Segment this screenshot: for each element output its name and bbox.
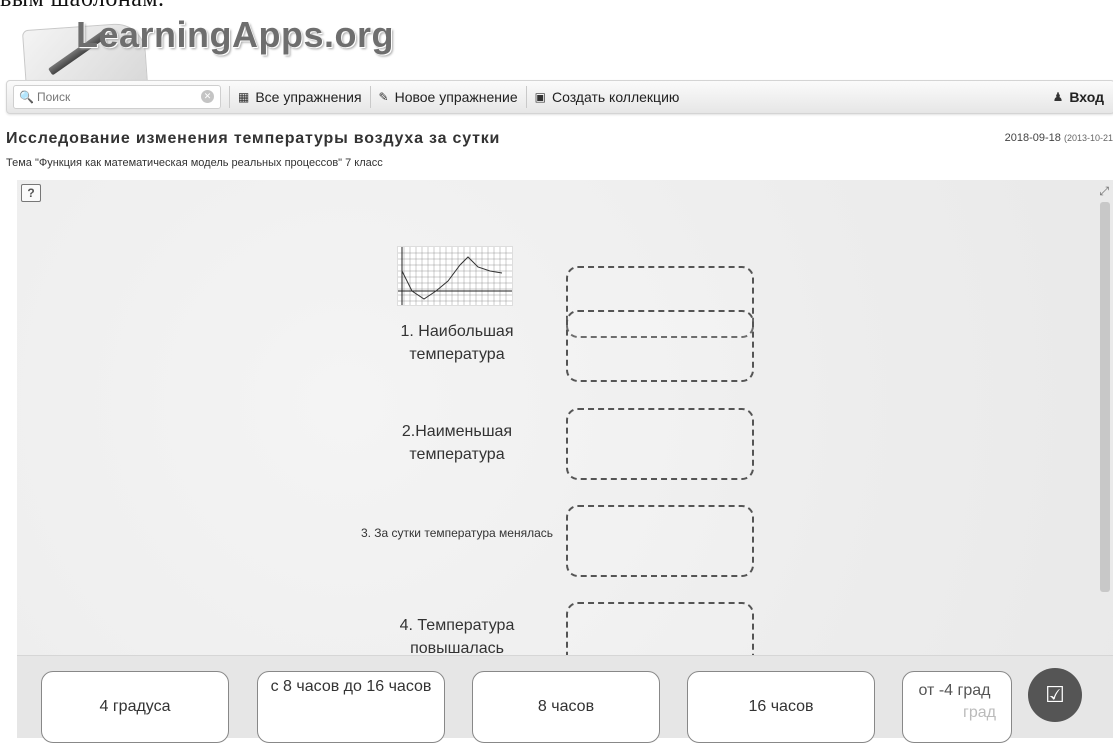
search-icon: 🔍	[19, 90, 34, 104]
search-box: 🔍 ✕	[13, 85, 221, 109]
nav-all-exercises[interactable]: ▦ Все упражнения	[238, 89, 362, 105]
nav-divider	[525, 86, 527, 108]
answer-card-text: с 8 часов до 16 часов	[270, 678, 432, 695]
answer-tray: 4 градуса с 8 часов до 16 часов 8 часов …	[17, 655, 1113, 743]
temperature-graph-thumbnail[interactable]	[397, 246, 513, 306]
search-input[interactable]	[35, 89, 189, 105]
drop-zone-2[interactable]	[566, 408, 754, 480]
answer-card-text: 16 часов	[748, 698, 814, 715]
collection-icon: ▣	[534, 90, 546, 104]
nav-login-label: Вход	[1069, 89, 1104, 105]
nav-all-exercises-label: Все упражнения	[255, 89, 362, 105]
help-icon[interactable]: ?	[21, 184, 41, 202]
answer-card-text: от -4 град град	[918, 682, 996, 721]
answer-card-partial[interactable]: от -4 град град	[902, 671, 1012, 743]
answer-card-text: 4 градуса	[99, 698, 171, 715]
answer-card[interactable]: с 8 часов до 16 часов	[257, 671, 445, 743]
pencil-icon: ✎	[378, 90, 389, 104]
nav-create-collection[interactable]: ▣ Создать коллекцию	[535, 89, 680, 105]
page-subtitle: Тема "Функция как математическая модель …	[6, 157, 383, 169]
page-date: 2018-09-18 (2013-10-21	[1005, 132, 1113, 144]
answer-card[interactable]: 16 часов	[687, 671, 875, 743]
nav-divider	[369, 86, 371, 108]
exercise-area: ? ⤢ 1. Наибольшая температура 2.Наименьш…	[17, 180, 1113, 737]
learningapps-logo[interactable]: LearningApps.org	[21, 12, 394, 95]
page-title: Исследование изменения температуры возду…	[6, 130, 501, 147]
drop-zone-3[interactable]	[566, 505, 754, 577]
check-answers-button[interactable]: ☑	[1028, 668, 1082, 722]
row-label-3: 3. За сутки температура менялась	[360, 526, 554, 540]
logo-text: LearningApps.org	[76, 14, 395, 55]
answer-card-text: 8 часов	[537, 698, 595, 715]
date-created: (2013-10-21	[1063, 133, 1113, 143]
scrollbar[interactable]	[1100, 202, 1110, 592]
date-updated: 2018-09-18	[1004, 132, 1061, 144]
user-icon: ♟	[1052, 90, 1064, 104]
nav-new-exercise-label: Новое упражнение	[394, 89, 518, 105]
nav-divider	[229, 86, 230, 108]
nav-create-collection-label: Создать коллекцию	[551, 89, 680, 105]
answer-card[interactable]: 8 часов	[472, 671, 660, 743]
clear-search-icon[interactable]: ✕	[201, 90, 214, 103]
row-label-2: 2.Наименьшая температура	[401, 423, 513, 463]
row-label-4: 4. Температура повышалась	[399, 617, 515, 657]
answer-card[interactable]: 4 градуса	[41, 671, 229, 743]
drop-zone-1[interactable]	[566, 310, 754, 382]
fullscreen-icon[interactable]: ⤢	[1099, 184, 1109, 199]
nav-login[interactable]: ♟ Вход	[1053, 89, 1104, 105]
grid-icon: ▦	[238, 90, 250, 104]
main-navbar: 🔍 ✕ ▦ Все упражнения ✎ Новое упражнение …	[6, 80, 1113, 114]
row-label-1: 1. Наибольшая температура	[400, 323, 514, 363]
nav-new-exercise[interactable]: ✎ Новое упражнение	[379, 89, 518, 105]
